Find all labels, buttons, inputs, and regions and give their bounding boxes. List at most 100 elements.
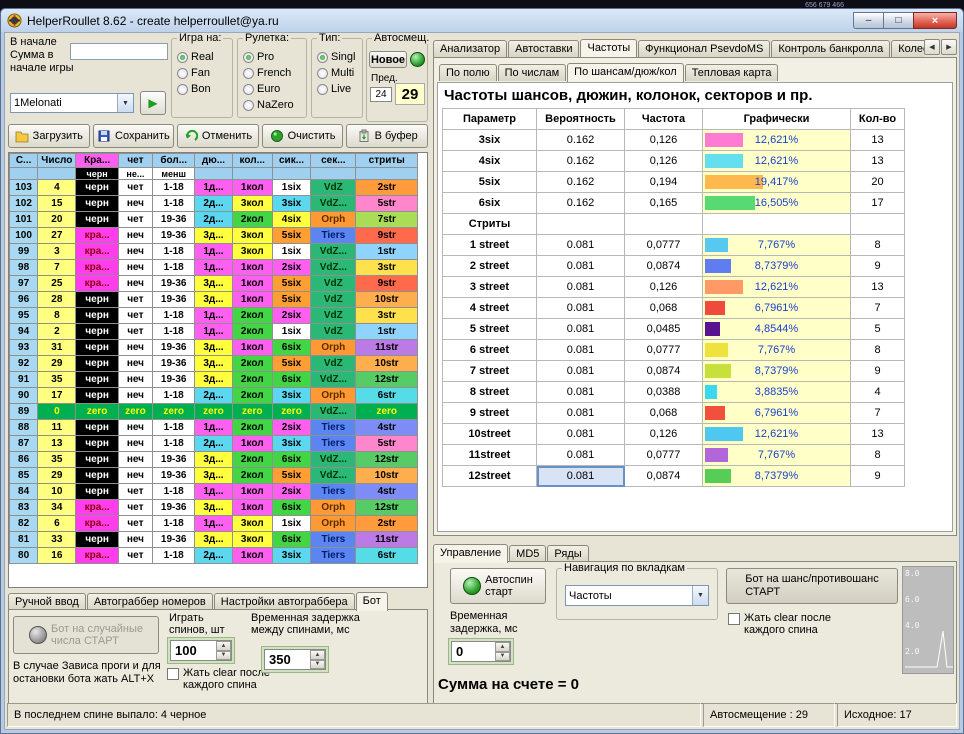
tab-scroll-left-icon[interactable]: ◀: [924, 39, 940, 55]
spins-cell[interactable]: 1д...: [195, 244, 232, 260]
tab-scroll-right-icon[interactable]: ▶: [941, 39, 957, 55]
spins-cell[interactable]: 2д...: [195, 196, 232, 212]
spins-cell[interactable]: 19-36: [153, 228, 195, 244]
spins-count-stepper[interactable]: 100 ▲ ▼: [167, 637, 235, 664]
spins-cell[interactable]: черн: [76, 308, 118, 324]
autoshift-ball-icon[interactable]: [410, 52, 425, 67]
spins-cell[interactable]: 1-18: [153, 244, 195, 260]
freq-freq-cell[interactable]: 0,0874: [625, 256, 703, 277]
spins-cell[interactable]: 84: [10, 484, 38, 500]
freq-count-cell[interactable]: 17: [851, 193, 905, 214]
spins-cell[interactable]: 19-36: [153, 532, 195, 548]
chevron-down-icon[interactable]: ▼: [117, 94, 133, 112]
spins-filter-cell[interactable]: [272, 168, 310, 180]
spins-cell[interactable]: 2кол: [232, 372, 272, 388]
spins-cell[interactable]: Tiers: [311, 228, 356, 244]
main-tab-3[interactable]: Функционал PsevdoMS: [638, 40, 770, 57]
spins-cell[interactable]: Orph: [311, 516, 356, 532]
freq-graph-cell[interactable]: 12,621%: [703, 277, 851, 298]
type-radio-1[interactable]: Multi: [317, 65, 358, 81]
freq-graph-cell[interactable]: 12,621%: [703, 151, 851, 172]
bot-tab-0[interactable]: Ручной ввод: [8, 593, 86, 610]
freq-freq-cell[interactable]: 0,068: [625, 403, 703, 424]
freq-freq-cell[interactable]: 0,126: [625, 424, 703, 445]
spins-cell[interactable]: VdZ...: [311, 244, 356, 260]
spins-cell[interactable]: 2кол: [232, 308, 272, 324]
profile-select[interactable]: 1Melonati ▼: [10, 93, 134, 113]
freq-param-cell[interactable]: 5six: [443, 172, 537, 193]
spins-cell[interactable]: черн: [76, 324, 118, 340]
minimize-button[interactable]: –: [853, 12, 883, 29]
spins-cell[interactable]: 96: [10, 292, 38, 308]
stepper-down-icon[interactable]: ▼: [216, 651, 231, 661]
spins-cell[interactable]: 1д...: [195, 260, 232, 276]
spins-cell[interactable]: 8: [38, 308, 76, 324]
spins-cell[interactable]: 10str: [356, 356, 418, 372]
spins-cell[interactable]: 1кол: [232, 340, 272, 356]
clear-checkbox[interactable]: [728, 613, 740, 625]
freq-graph-cell[interactable]: 3,8835%: [703, 382, 851, 403]
spins-cell[interactable]: кра...: [76, 500, 118, 516]
spins-cell[interactable]: чет: [118, 292, 152, 308]
spins-cell[interactable]: zero: [232, 404, 272, 420]
spins-cell[interactable]: 3six: [272, 196, 310, 212]
load-button[interactable]: Загрузить: [8, 124, 90, 148]
freq-graph-cell[interactable]: 4,8544%: [703, 319, 851, 340]
spins-cell[interactable]: 11str: [356, 340, 418, 356]
spins-cell[interactable]: 6six: [272, 452, 310, 468]
spins-cell[interactable]: 2six: [272, 420, 310, 436]
spins-cell[interactable]: 2кол: [232, 388, 272, 404]
spins-cell[interactable]: VdZ: [311, 276, 356, 292]
spins-cell[interactable]: 3д...: [195, 372, 232, 388]
spins-cell[interactable]: 1д...: [195, 484, 232, 500]
spins-cell[interactable]: 1кол: [232, 276, 272, 292]
spins-column-header[interactable]: бол...: [153, 154, 195, 168]
spins-cell[interactable]: 3кол: [232, 532, 272, 548]
freq-freq-cell[interactable]: 0,126: [625, 277, 703, 298]
spins-cell[interactable]: 2: [38, 324, 76, 340]
spins-filter-cell[interactable]: [232, 168, 272, 180]
spins-cell[interactable]: 3д...: [195, 292, 232, 308]
spins-cell[interactable]: 27: [38, 228, 76, 244]
spins-cell[interactable]: 3д...: [195, 532, 232, 548]
spins-cell[interactable]: zero: [76, 404, 118, 420]
spins-cell[interactable]: 6six: [272, 340, 310, 356]
spins-filter-cell[interactable]: [38, 168, 76, 180]
roulette-radio-0[interactable]: Pro: [243, 49, 302, 65]
spins-cell[interactable]: неч: [118, 452, 152, 468]
spins-cell[interactable]: черн: [76, 340, 118, 356]
spins-cell[interactable]: черн: [76, 532, 118, 548]
freq-prob-cell[interactable]: 0.162: [537, 172, 625, 193]
spins-cell[interactable]: 92: [10, 356, 38, 372]
spins-cell[interactable]: 11str: [356, 532, 418, 548]
freq-freq-cell[interactable]: 0,126: [625, 130, 703, 151]
spins-cell[interactable]: VdZ: [311, 180, 356, 196]
clear-button[interactable]: Очистить: [262, 124, 344, 148]
spins-cell[interactable]: 85: [10, 468, 38, 484]
clear-after-spin-checkbox-row[interactable]: Жать clear после каждого спина: [728, 612, 870, 636]
freq-prob-cell[interactable]: 0.081: [537, 445, 625, 466]
spins-cell[interactable]: 19-36: [153, 292, 195, 308]
spins-cell[interactable]: 3д...: [195, 452, 232, 468]
spins-cell[interactable]: 91: [10, 372, 38, 388]
spins-cell[interactable]: Tiers: [311, 436, 356, 452]
spins-cell[interactable]: 1-18: [153, 308, 195, 324]
roulette-radio-1[interactable]: French: [243, 65, 302, 81]
spins-cell[interactable]: 2кол: [232, 452, 272, 468]
freq-freq-cell[interactable]: 0,0874: [625, 361, 703, 382]
spins-cell[interactable]: Orph: [311, 500, 356, 516]
spins-cell[interactable]: 1кол: [232, 484, 272, 500]
spins-cell[interactable]: 5six: [272, 228, 310, 244]
spins-cell[interactable]: 97: [10, 276, 38, 292]
freq-count-cell[interactable]: 9: [851, 466, 905, 487]
spins-cell[interactable]: 90: [10, 388, 38, 404]
spins-cell[interactable]: 10str: [356, 292, 418, 308]
spins-cell[interactable]: 5six: [272, 276, 310, 292]
spins-cell[interactable]: неч: [118, 244, 152, 260]
spins-cell[interactable]: 94: [10, 324, 38, 340]
ctl-tab-2[interactable]: Ряды: [547, 545, 588, 562]
spins-cell[interactable]: кра...: [76, 260, 118, 276]
spins-cell[interactable]: 2str: [356, 516, 418, 532]
freq-param-cell[interactable]: 3six: [443, 130, 537, 151]
spins-cell[interactable]: zero: [356, 404, 418, 420]
